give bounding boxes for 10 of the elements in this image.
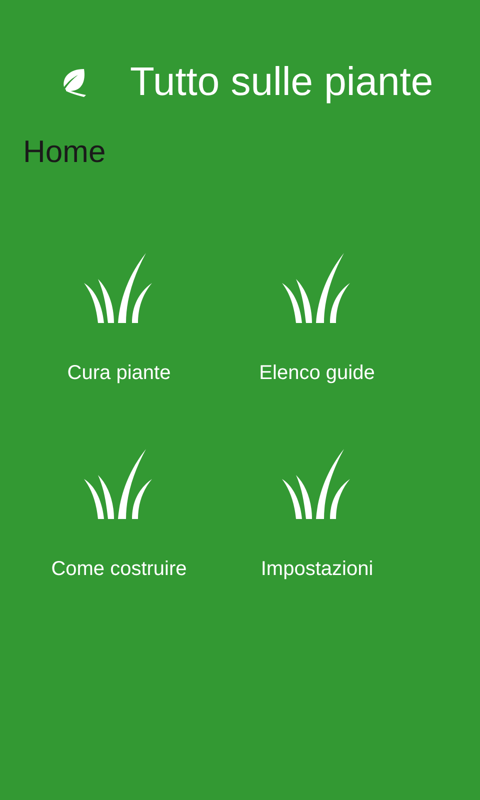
grass-icon (282, 449, 352, 519)
grass-icon (84, 253, 154, 323)
menu-tile[interactable]: Elenco guide (218, 253, 416, 383)
menu-tile[interactable]: Impostazioni (218, 449, 416, 579)
menu-tile[interactable]: Cura piante (20, 253, 218, 383)
grass-icon (84, 449, 154, 519)
menu-tile[interactable]: Come costruire (20, 449, 218, 579)
app-title: Tutto sulle piante (130, 62, 434, 102)
page-title: Home (23, 136, 106, 167)
grass-icon (282, 253, 352, 323)
